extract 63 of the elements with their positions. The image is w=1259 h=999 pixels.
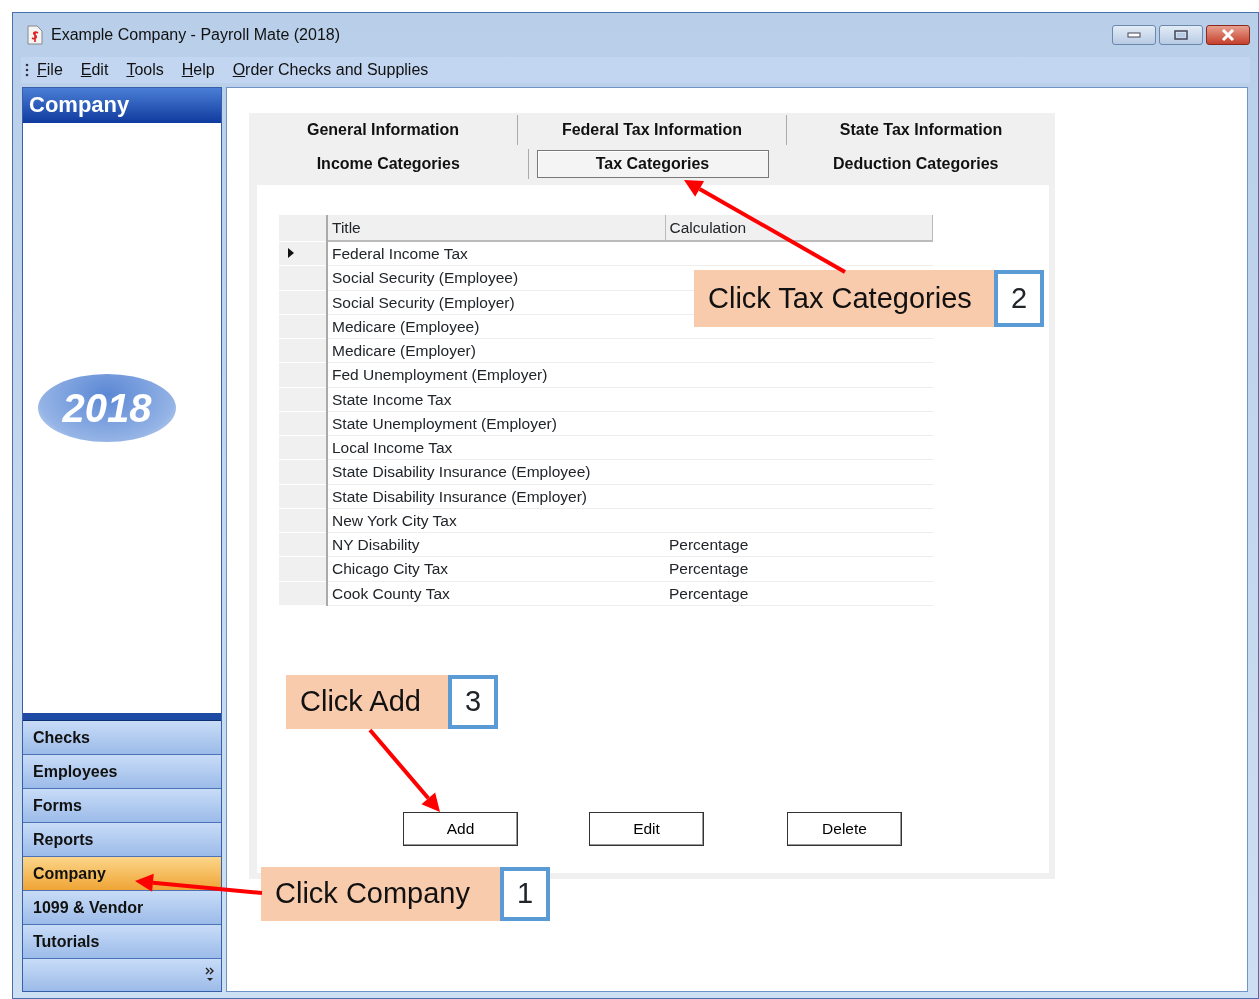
tab[interactable]: Federal Tax Information bbox=[518, 115, 787, 145]
table-cell: Federal Income Tax bbox=[327, 241, 665, 266]
tab[interactable]: Deduction Categories bbox=[776, 149, 1055, 179]
table-cell: Percentage bbox=[665, 556, 933, 581]
table-cell: State Disability Insurance (Employer) bbox=[327, 484, 665, 509]
year-logo: 2018 bbox=[38, 374, 176, 442]
current-row-icon bbox=[287, 247, 295, 260]
window-title: Example Company - Payroll Mate (2018) bbox=[51, 25, 340, 45]
table-cell: Percentage bbox=[665, 532, 933, 557]
minimize-icon bbox=[1127, 32, 1141, 38]
menu-item[interactable]: Tools bbox=[118, 58, 174, 82]
table-cell: State Disability Insurance (Employee) bbox=[327, 459, 665, 484]
nav-button[interactable]: Company bbox=[23, 857, 221, 891]
table-cell: Fed Unemployment (Employer) bbox=[327, 362, 665, 387]
table-cell: Medicare (Employer) bbox=[327, 338, 665, 363]
row-header[interactable] bbox=[279, 241, 327, 266]
sidebar-header: Company bbox=[23, 88, 221, 123]
close-button[interactable] bbox=[1206, 25, 1250, 45]
table-cell: State Unemployment (Employer) bbox=[327, 411, 665, 436]
step-number: 1 bbox=[500, 867, 550, 921]
document-dollar-icon bbox=[27, 25, 43, 45]
nav-button[interactable]: Checks bbox=[23, 721, 221, 755]
nav-button[interactable]: Employees bbox=[23, 755, 221, 789]
menu-item[interactable]: Edit bbox=[72, 58, 119, 82]
table-cell: Percentage bbox=[665, 581, 933, 606]
nav-button[interactable]: 1099 & Vendor bbox=[23, 891, 221, 925]
table-cell: New York City Tax bbox=[327, 508, 665, 533]
grip-icon bbox=[25, 63, 29, 77]
table-cell: Social Security (Employer) bbox=[327, 290, 665, 315]
column-header: Title bbox=[327, 215, 665, 241]
maximize-button[interactable] bbox=[1159, 25, 1203, 45]
splitter-handle[interactable] bbox=[23, 713, 221, 721]
table-cell: Medicare (Employee) bbox=[327, 314, 665, 339]
menu-item[interactable]: Help bbox=[173, 58, 225, 82]
step-number: 3 bbox=[448, 675, 498, 729]
nav-button[interactable]: Reports bbox=[23, 823, 221, 857]
chevron-down-icon[interactable] bbox=[205, 967, 215, 983]
menu-item[interactable]: Order Checks and Supplies bbox=[224, 58, 439, 82]
callout-text: Click Company bbox=[261, 867, 500, 921]
table-cell: Social Security (Employee) bbox=[327, 265, 665, 290]
delete-button[interactable]: Delete bbox=[787, 812, 902, 846]
tab[interactable]: State Tax Information bbox=[787, 115, 1055, 145]
table-cell: Local Income Tax bbox=[327, 435, 665, 460]
minimize-button[interactable] bbox=[1112, 25, 1156, 45]
nav-button[interactable]: Tutorials bbox=[23, 925, 221, 959]
menu-item[interactable]: File bbox=[29, 58, 73, 82]
add-button[interactable]: Add bbox=[403, 812, 518, 846]
column-header: Calculation bbox=[665, 215, 933, 241]
row-header bbox=[279, 215, 327, 241]
callout-text: Click Tax Categories bbox=[694, 270, 994, 327]
tab[interactable]: General Information bbox=[249, 115, 518, 145]
table-cell: NY Disability bbox=[327, 532, 665, 557]
edit-button[interactable]: Edit bbox=[589, 812, 704, 846]
nav-button[interactable]: Forms bbox=[23, 789, 221, 823]
tab[interactable]: Income Categories bbox=[249, 149, 529, 179]
maximize-icon bbox=[1174, 30, 1188, 40]
table-cell: Chicago City Tax bbox=[327, 556, 665, 581]
table-cell: Cook County Tax bbox=[327, 581, 665, 606]
table-cell: State Income Tax bbox=[327, 387, 665, 412]
close-icon bbox=[1221, 29, 1235, 41]
tab[interactable]: Tax Categories bbox=[536, 150, 769, 178]
callout-text: Click Add bbox=[286, 675, 448, 729]
step-number: 2 bbox=[994, 270, 1044, 327]
